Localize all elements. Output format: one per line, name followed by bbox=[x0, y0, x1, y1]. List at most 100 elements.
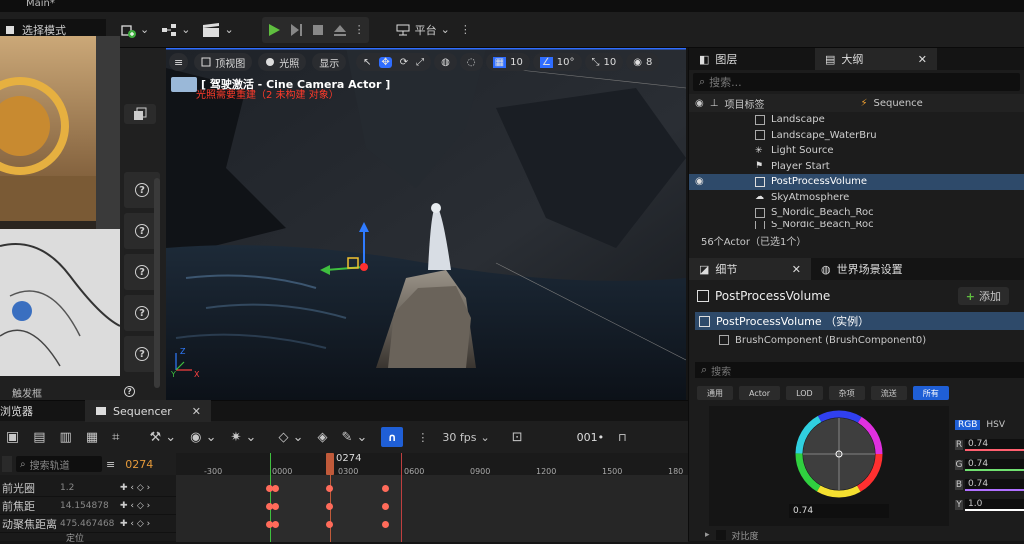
col-label-header[interactable]: 项目标签 bbox=[724, 96, 854, 111]
camera-speed-button[interactable]: ◉ 8 bbox=[626, 53, 660, 71]
keyframe[interactable] bbox=[382, 485, 389, 492]
contrast-row[interactable]: ▸ 对比度 bbox=[705, 528, 759, 542]
key-interpolation-icon[interactable]: ◈ bbox=[317, 430, 327, 445]
start-marker[interactable] bbox=[270, 453, 271, 542]
track-key-controls[interactable]: ✚ ‹ ◇ › bbox=[120, 483, 150, 493]
list-item[interactable]: S_Nordic_Beach_Roc bbox=[689, 205, 1024, 221]
more-options-icon[interactable]: ⋮ bbox=[354, 23, 365, 36]
edit-curve-icon[interactable]: ✎ ⌄ bbox=[341, 430, 367, 445]
details-search-input[interactable]: ⌕ 搜索 bbox=[695, 362, 1024, 378]
keyframe[interactable] bbox=[326, 521, 333, 528]
keyframe[interactable] bbox=[272, 503, 279, 510]
help-icon[interactable]: ? bbox=[124, 386, 135, 397]
tab-rgb[interactable]: RGB bbox=[955, 420, 981, 430]
tab-world-settings[interactable]: ◍ 世界场景设置 bbox=[811, 258, 913, 280]
channel-value[interactable]: 1.0 bbox=[965, 499, 1024, 511]
track-row[interactable]: 前光圈 1.2 ✚ ‹ ◇ › bbox=[0, 479, 176, 497]
channel-y-row[interactable]: Y 1.0 bbox=[955, 498, 1024, 512]
time-ruler[interactable]: -300 0000 0300 0600 0900 1200 1500 180 0… bbox=[176, 453, 688, 476]
filter-button[interactable]: LOD bbox=[786, 386, 823, 400]
component-row[interactable]: BrushComponent (BrushComponent0) bbox=[719, 332, 926, 348]
snap-magnet-icon[interactable]: ∩ bbox=[381, 427, 404, 447]
eye-icon[interactable]: ◉ ⌄ bbox=[190, 430, 216, 445]
curve-editor-icon[interactable]: ⊡ bbox=[512, 430, 523, 445]
panel-button[interactable] bbox=[124, 104, 156, 124]
scrollbar[interactable] bbox=[154, 178, 160, 388]
keyframe[interactable] bbox=[382, 521, 389, 528]
save-icon[interactable]: ▣ bbox=[6, 429, 19, 445]
close-icon[interactable]: ✕ bbox=[918, 53, 927, 66]
tab-hsv[interactable]: HSV bbox=[986, 420, 1005, 430]
keyframe[interactable] bbox=[272, 485, 279, 492]
checkbox[interactable] bbox=[715, 530, 726, 540]
list-item[interactable]: Landscape bbox=[689, 112, 1024, 128]
channel-b-row[interactable]: B 0.74 bbox=[955, 478, 1024, 492]
rotate-snap-button[interactable]: ∠ 10° bbox=[532, 53, 582, 71]
list-item[interactable]: Landscape_WaterBru bbox=[689, 128, 1024, 144]
platform-button[interactable]: 平台 ⌄ bbox=[389, 18, 456, 42]
filter-button[interactable]: 所有 bbox=[912, 386, 949, 400]
filter-button[interactable]: 流送 bbox=[870, 386, 907, 400]
list-item[interactable]: ✳ Light Source bbox=[689, 143, 1024, 159]
filter-button[interactable]: Actor bbox=[739, 386, 781, 400]
current-frame-field[interactable]: 0274 bbox=[125, 458, 153, 471]
channel-value[interactable]: 0.74 bbox=[965, 479, 1024, 491]
more-options-icon[interactable]: ⋮ bbox=[460, 23, 471, 36]
track-value[interactable]: 475.467468 bbox=[60, 519, 120, 529]
scale-snap-button[interactable]: ⤡ 10 bbox=[584, 53, 624, 71]
channel-g-row[interactable]: G 0.74 bbox=[955, 458, 1024, 472]
color-wheel[interactable] bbox=[793, 408, 885, 500]
grid-snap-button[interactable]: ▦ 10 bbox=[485, 53, 530, 71]
lighting-button[interactable]: 光照 bbox=[258, 53, 307, 71]
viewport-menu-button[interactable]: ≡ bbox=[169, 53, 189, 71]
track-value[interactable]: 14.154878 bbox=[60, 501, 120, 511]
track-search-input[interactable]: ⌕ 搜索轨道 bbox=[16, 456, 102, 472]
add-track-icon[interactable] bbox=[2, 456, 12, 472]
channel-value[interactable]: 0.74 bbox=[965, 439, 1024, 451]
play-icon[interactable] bbox=[266, 22, 282, 38]
camera-cut-icon[interactable]: ▦ bbox=[86, 430, 98, 445]
render-movie-icon[interactable]: ▥ bbox=[60, 430, 72, 445]
playback-options-icon[interactable]: ✷ ⌄ bbox=[231, 430, 257, 445]
surface-snap-button[interactable]: ◌ bbox=[459, 53, 483, 71]
keyframe-icon[interactable]: ◇ ⌄ bbox=[278, 430, 303, 445]
track-row[interactable]: 前焦距 14.154878 ✚ ‹ ◇ › bbox=[0, 497, 176, 515]
track-row[interactable]: 动聚焦距离 475.467468 ✚ ‹ ◇ › bbox=[0, 515, 176, 533]
rotate-icon[interactable]: ⟳ bbox=[400, 57, 408, 68]
show-button[interactable]: 显示 bbox=[312, 53, 347, 71]
close-icon[interactable]: ✕ bbox=[792, 263, 801, 276]
track-key-controls[interactable]: ✚ ‹ ◇ › bbox=[120, 501, 150, 511]
close-icon[interactable]: ✕ bbox=[192, 405, 201, 418]
filter-button[interactable]: 通用 bbox=[697, 386, 733, 400]
eject-icon[interactable] bbox=[332, 22, 348, 38]
outliner-search-input[interactable]: ⌕ 搜索... bbox=[693, 73, 1020, 91]
keyframe[interactable] bbox=[326, 485, 333, 492]
track-area[interactable] bbox=[176, 453, 688, 542]
more-options-icon[interactable]: ⋮ bbox=[417, 431, 428, 444]
wheel-value-field[interactable]: 0.74 bbox=[789, 504, 889, 518]
tab-layers[interactable]: ◧ 图层 bbox=[689, 48, 815, 70]
col-sequence-header[interactable]: Sequence bbox=[873, 98, 922, 109]
component-instance-row[interactable]: PostProcessVolume （实例） bbox=[695, 312, 1024, 330]
eye-icon[interactable]: ◉ bbox=[695, 176, 704, 187]
fps-select[interactable]: 30 fps ⌄ bbox=[442, 431, 489, 444]
end-marker[interactable] bbox=[401, 453, 402, 542]
filter-button[interactable]: 杂项 bbox=[828, 386, 865, 400]
level-viewport[interactable]: Z X Y ≡ 顶视图 光照 显示 ↖ ✥ ⟳ ⤢ ◍ ◌ ▦ 10 ∠ 10°… bbox=[166, 48, 686, 400]
find-asset-icon[interactable]: ▤ bbox=[33, 430, 45, 445]
add-component-button[interactable]: + 添加 bbox=[957, 287, 1009, 305]
pilot-camera-icon[interactable] bbox=[171, 76, 197, 92]
view-mode-button[interactable]: 顶视图 bbox=[194, 53, 253, 71]
list-item[interactable]: ◉ PostProcessVolume bbox=[689, 174, 1024, 190]
world-local-button[interactable]: ◍ bbox=[434, 53, 457, 71]
tools-icon[interactable]: ⚒ ⌄ bbox=[149, 430, 176, 445]
channel-value[interactable]: 0.74 bbox=[965, 459, 1024, 471]
stop-icon[interactable] bbox=[310, 22, 326, 38]
cinematics-button[interactable]: ⌄ bbox=[196, 18, 239, 42]
scale-icon[interactable]: ⤢ bbox=[416, 57, 424, 68]
list-item[interactable]: S_Nordic_Beach_Roc bbox=[689, 220, 1024, 229]
eye-icon[interactable]: ◉ bbox=[695, 98, 704, 109]
tab-outliner[interactable]: ▤ 大纲 ✕ bbox=[815, 48, 937, 70]
pin-icon[interactable]: ⊥ bbox=[710, 98, 719, 109]
channel-r-row[interactable]: R 0.74 bbox=[955, 438, 1024, 452]
